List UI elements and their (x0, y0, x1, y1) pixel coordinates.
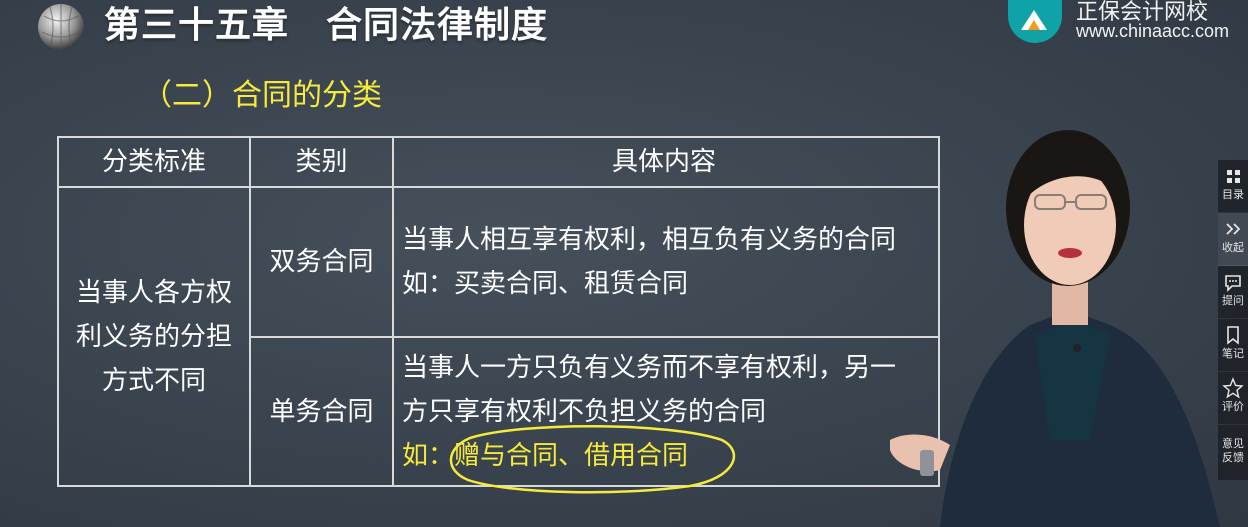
toolbar-rating-button[interactable]: 评价 (1218, 372, 1248, 425)
toolbar-label: 评价 (1222, 400, 1244, 413)
table-header-row: 分类标准 类别 具体内容 (57, 136, 940, 188)
toolbar-note-button[interactable]: 笔记 (1218, 319, 1248, 372)
header-category: 类别 (249, 136, 394, 188)
chapter-logo-icon (38, 4, 84, 50)
grid-icon (1227, 170, 1240, 183)
toolbar-collapse-button[interactable]: 收起 (1218, 213, 1248, 266)
category-cell: 双务合同 (249, 186, 394, 338)
content-line: 当事人一方只负有义务而不享有权利，另一 (402, 352, 897, 383)
toolbar-label: 目录 (1222, 188, 1244, 201)
side-toolbar: 目录 收起 提问 笔记 评价 意见 反馈 (1218, 160, 1248, 480)
brand-url: www.chinaacc.com (1076, 21, 1230, 41)
category-cell: 单务合同 (249, 336, 394, 487)
question-icon (1225, 275, 1241, 292)
brand-logo-icon (1008, 0, 1062, 43)
toolbar-catalog-button[interactable]: 目录 (1218, 160, 1248, 213)
star-icon (1222, 377, 1244, 399)
section-title: （二）合同的分类 (142, 78, 382, 113)
criterion-cell: 当事人各方权 利义务的分担 方式不同 (57, 186, 251, 487)
toolbar-label: 收起 (1222, 241, 1244, 254)
table-row: 当事人各方权 利义务的分担 方式不同 双务合同 当事人相互享有权利，相互负有义务… (57, 186, 940, 487)
note-icon (1227, 326, 1239, 345)
header-content: 具体内容 (392, 136, 940, 188)
toolbar-label: 反馈 (1222, 451, 1244, 464)
criterion-line: 方式不同 (101, 365, 206, 396)
criterion-line: 利义务的分担 (75, 321, 232, 352)
content-line: 当事人相互享有权利，相互负有义务的合同 (402, 225, 897, 255)
toolbar-label: 笔记 (1222, 347, 1244, 360)
content-cell: 当事人相互享有权利，相互负有义务的合同 如：买卖合同、租赁合同 (392, 186, 940, 338)
header-criterion: 分类标准 (57, 136, 251, 188)
brand-block: 正保会计网校 www.chinaacc.com (1004, 0, 1248, 50)
collapse-icon (1226, 223, 1241, 235)
annotation-ellipse (449, 424, 735, 494)
toolbar-feedback-button[interactable]: 意见 反馈 (1218, 425, 1248, 480)
chapter-title: 第三十五章 合同法律制度 (104, 5, 549, 46)
toolbar-label: 意见 (1222, 437, 1244, 450)
presenter-figure (890, 130, 1220, 527)
toolbar-label: 提问 (1222, 294, 1244, 307)
content-example: 如：买卖合同、租赁合同 (402, 269, 689, 299)
criterion-line: 当事人各方权 (75, 277, 232, 308)
toolbar-question-button[interactable]: 提问 (1218, 266, 1248, 319)
